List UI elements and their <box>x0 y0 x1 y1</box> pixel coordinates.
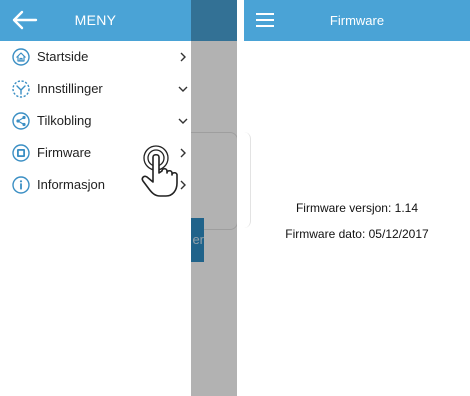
share-icon <box>12 112 30 130</box>
right-screen: Firmware Firmware versjon: 1.14 Firmware… <box>244 0 470 396</box>
settings-icon <box>12 80 30 98</box>
page-title: Firmware <box>329 13 385 28</box>
menu-item-label: Startside <box>37 49 89 64</box>
menu-item-innstillinger[interactable]: Innstillinger <box>0 73 191 105</box>
drawer-menu: Startside Innstillinger Tilkobling Firmw… <box>0 41 191 201</box>
menu-item-informasjon[interactable]: Informasjon <box>0 169 191 201</box>
menu-item-label: Informasjon <box>37 177 105 192</box>
menu-item-label: Innstillinger <box>37 81 103 96</box>
chevron-right-icon <box>180 148 186 158</box>
navigation-drawer: MENY Startside Innstillinger Tilkobling … <box>0 0 191 396</box>
firmware-version-text: Firmware versjon: 1.14 <box>295 201 419 215</box>
chevron-down-icon <box>178 86 188 92</box>
menu-item-label: Firmware <box>37 145 92 160</box>
menu-item-startside[interactable]: Startside <box>0 41 191 73</box>
menu-item-label: Tilkobling <box>37 113 92 128</box>
chevron-right-icon <box>180 52 186 62</box>
chevron-down-icon <box>178 118 188 124</box>
firmware-date-text: Firmware dato: 05/12/2017 <box>285 227 429 241</box>
drawer-header: MENY <box>0 0 191 41</box>
firmware-icon <box>12 144 30 162</box>
menu-item-firmware[interactable]: Firmware <box>0 137 191 169</box>
menu-item-tilkobling[interactable]: Tilkobling <box>0 105 191 137</box>
drawer-scrim[interactable] <box>191 0 237 396</box>
home-icon <box>12 48 30 66</box>
chevron-right-icon <box>180 180 186 190</box>
left-screen: er MENY Startside Innstillinger Tilkobli… <box>0 0 237 396</box>
app-header: Firmware <box>244 0 470 41</box>
drawer-title: MENY <box>74 12 117 28</box>
info-icon <box>12 176 30 194</box>
